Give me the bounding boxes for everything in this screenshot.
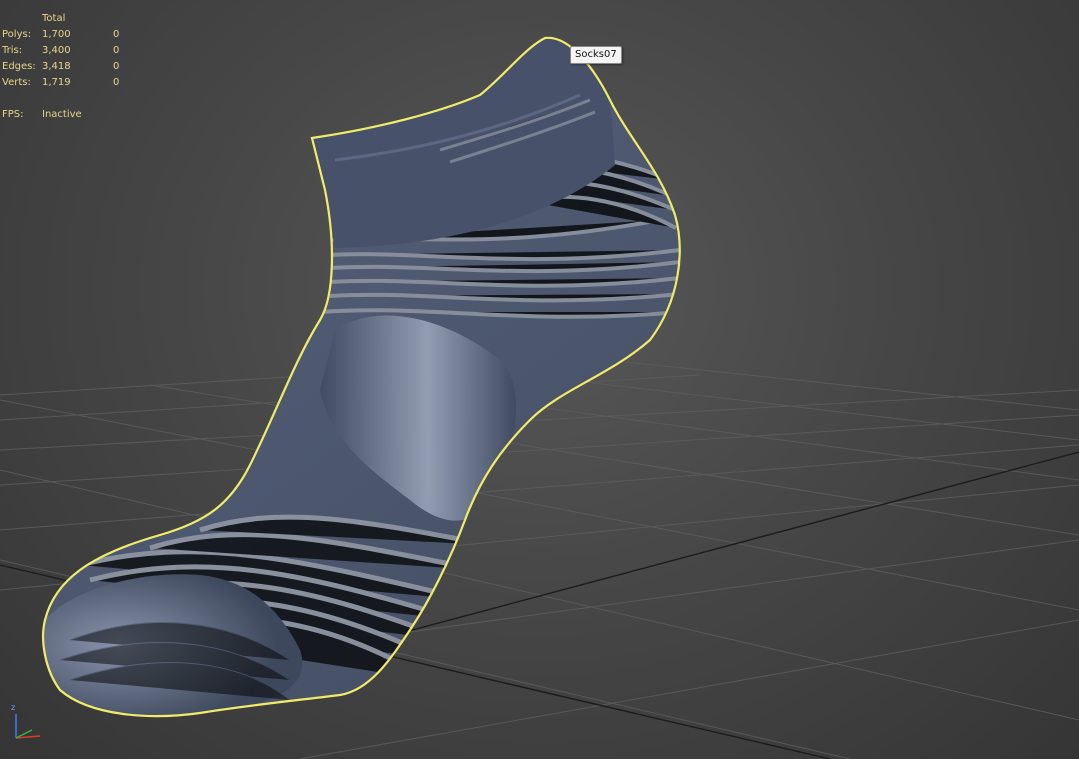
object-name-tooltip: Socks07 xyxy=(570,46,622,64)
stats-total: 1,719 xyxy=(42,77,71,88)
fps-label: FPS: xyxy=(2,109,24,120)
axis-tripod-icon: z xyxy=(6,700,46,746)
viewport-perspective[interactable]: Total Polys: 1,700 0 Tris: 3,400 0 Edges… xyxy=(0,0,1079,759)
stats-selected: 0 xyxy=(113,77,120,88)
stats-header: Total xyxy=(42,13,66,24)
sock-mesh[interactable] xyxy=(0,0,1079,759)
stats-label: Polys: xyxy=(2,29,32,40)
scene-canvas[interactable] xyxy=(0,0,1079,759)
stats-total: 1,700 xyxy=(42,29,71,40)
stats-label: Tris: xyxy=(2,45,23,56)
stats-selected: 0 xyxy=(113,29,120,40)
stats-selected: 0 xyxy=(113,45,120,56)
stats-label: Verts: xyxy=(2,77,31,88)
stats-selected: 0 xyxy=(113,61,120,72)
stats-total: 3,418 xyxy=(42,61,71,72)
stats-label: Edges: xyxy=(2,61,36,72)
fps-value: Inactive xyxy=(42,109,82,120)
stats-total: 3,400 xyxy=(42,45,71,56)
z-axis-label: z xyxy=(11,703,16,712)
